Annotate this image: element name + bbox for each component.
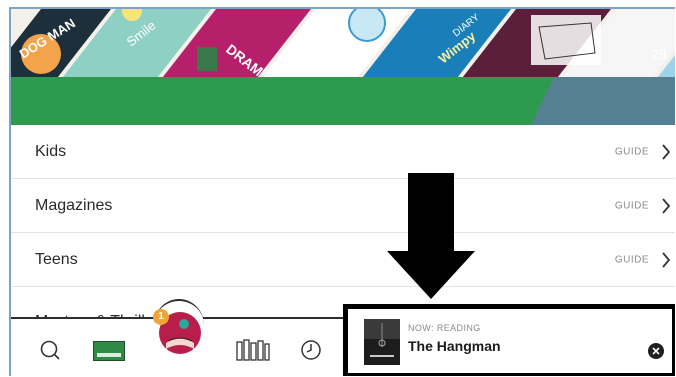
shelf-icon[interactable] [236,339,270,361]
guide-label[interactable]: GUIDE [615,146,649,157]
chevron-right-icon[interactable] [661,251,671,269]
category-label: Teens [35,250,78,268]
now-reading-label: NOW: READING [408,323,481,333]
now-reading-panel[interactable]: NOW: READING The Hangman [343,304,675,376]
guide-label[interactable]: GUIDE [615,200,649,211]
category-list: Kids GUIDE Magazines GUIDE Teens GUIDE M… [11,125,675,330]
library-card-icon[interactable] [93,341,125,361]
book-cover-thumbnail[interactable] [364,319,400,365]
close-icon[interactable] [648,343,664,359]
history-icon[interactable] [300,339,322,361]
category-row-teens[interactable]: Teens GUIDE [11,233,675,287]
svg-text:28: 28 [651,46,667,62]
category-label: Kids [35,142,67,160]
category-row-magazines[interactable]: Magazines GUIDE [11,179,675,233]
category-label: Magazines [35,196,113,214]
collection-header-band [11,77,675,125]
book-cover-banner[interactable]: Smile DRAM Wimpy DIARY 28 DOG MAN [11,9,675,77]
search-icon[interactable] [39,339,61,361]
category-row-kids[interactable]: Kids GUIDE [11,125,675,179]
now-reading-title[interactable]: The Hangman [408,338,501,354]
guide-label[interactable]: GUIDE [615,254,649,265]
chevron-right-icon[interactable] [661,197,671,215]
notification-badge: 1 [153,309,169,325]
down-arrow-annotation [387,173,475,299]
app-window: Smile DRAM Wimpy DIARY 28 DOG MAN Kids G… [9,7,675,376]
chevron-right-icon[interactable] [661,143,671,161]
